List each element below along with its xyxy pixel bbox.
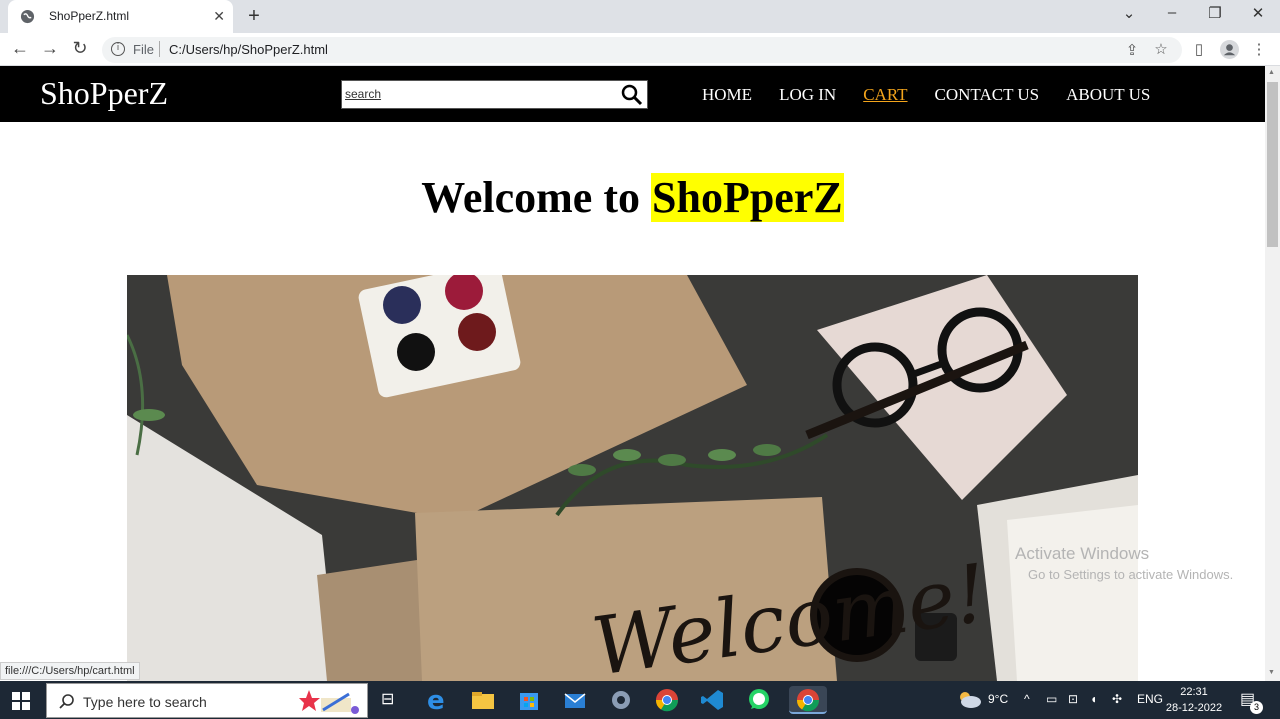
welcome-heading: Welcome to ShoPperZ	[0, 172, 1265, 223]
profile-icon[interactable]	[1220, 40, 1239, 59]
taskbar-search-placeholder: Type here to search	[83, 694, 207, 710]
forward-button[interactable]: →	[39, 38, 61, 59]
clock-time: 22:31	[1180, 686, 1208, 698]
chrome-icon[interactable]	[653, 686, 681, 714]
scroll-down-icon[interactable]: ▼	[1268, 669, 1275, 676]
mail-icon[interactable]	[561, 686, 589, 714]
site-nav-links: HOME LOG IN CART CONTACT US ABOUT US	[702, 85, 1150, 105]
chevron-up-icon[interactable]: ^	[1024, 692, 1030, 706]
app-tray-icon[interactable]: ✣	[1112, 692, 1122, 706]
activation-watermark-subtitle: Go to Settings to activate Windows.	[1028, 567, 1234, 582]
back-button[interactable]: ←	[9, 38, 31, 59]
restore-button[interactable]: ❐	[1200, 4, 1230, 22]
browser-tab[interactable]: ShoPperZ.html ✕	[8, 0, 233, 33]
search-highlight-icon	[299, 690, 359, 714]
battery-icon[interactable]: ▭	[1046, 692, 1057, 706]
activation-watermark-title: Activate Windows	[1015, 544, 1150, 563]
browser-tab-strip: ShoPperZ.html ✕ + ⌄ – ❐ ✕	[0, 0, 1280, 33]
browser-toolbar: ← → ↻ i File C:/Users/hp/ShoPperZ.html ⇪…	[0, 33, 1280, 66]
web-page: ShoPperZ HOME LOG IN CART CONTACT US ABO…	[0, 66, 1265, 681]
status-bar-url: file:///C:/Users/hp/cart.html	[0, 662, 140, 680]
page-scrollbar[interactable]: ▲ ▼	[1265, 66, 1280, 681]
welcome-highlight: ShoPperZ	[651, 173, 844, 222]
taskbar-clock[interactable]: 22:31 28-12-2022	[1164, 684, 1224, 716]
site-logo[interactable]: ShoPperZ	[40, 75, 168, 112]
app-icon[interactable]	[607, 686, 635, 714]
hero-image: Welcome!	[127, 275, 1138, 681]
tab-close-icon[interactable]: ✕	[213, 8, 225, 25]
volume-icon[interactable]: ◖	[1090, 692, 1097, 706]
task-view-icon[interactable]: ⊟	[381, 689, 394, 709]
whatsapp-icon[interactable]	[745, 686, 773, 714]
store-icon[interactable]	[515, 686, 543, 714]
menu-icon[interactable]: ⋮	[1250, 40, 1268, 58]
globe-icon	[20, 9, 35, 24]
taskbar-search[interactable]: Type here to search	[46, 683, 368, 718]
hero-illustration: Welcome!	[127, 275, 1138, 681]
file-explorer-icon[interactable]	[469, 686, 497, 714]
nav-login[interactable]: LOG IN	[779, 85, 836, 105]
url-separator	[159, 41, 160, 57]
notification-count-badge: 3	[1250, 701, 1263, 714]
reload-button[interactable]: ↻	[69, 38, 91, 59]
weather-temp[interactable]: 9°C	[988, 692, 1008, 706]
welcome-prefix: Welcome to	[421, 173, 651, 222]
nav-home[interactable]: HOME	[702, 85, 752, 105]
url-text[interactable]: C:/Users/hp/ShoPperZ.html	[169, 42, 328, 57]
windows-taskbar: Type here to search ⊟ e 9°C ^ ▭ ⊡ ◖ ✣ EN…	[0, 681, 1280, 719]
share-icon[interactable]: ⇪	[1123, 41, 1141, 59]
address-bar[interactable]: i File C:/Users/hp/ShoPperZ.html ⇪ ☆	[102, 37, 1182, 63]
scroll-up-icon[interactable]: ▲	[1268, 69, 1275, 76]
site-search	[341, 80, 648, 109]
bookmark-star-icon[interactable]: ☆	[1152, 40, 1170, 58]
search-icon	[59, 694, 74, 709]
windows-start-icon[interactable]	[12, 692, 30, 710]
chrome-active-icon[interactable]	[789, 686, 827, 714]
url-scheme: File	[133, 42, 154, 57]
close-window-button[interactable]: ✕	[1243, 4, 1273, 22]
search-input[interactable]	[345, 87, 605, 101]
site-navbar: ShoPperZ HOME LOG IN CART CONTACT US ABO…	[0, 66, 1265, 122]
network-icon[interactable]: ⊡	[1068, 692, 1078, 706]
tab-search-icon[interactable]: ⌄	[1114, 4, 1144, 22]
tab-title: ShoPperZ.html	[49, 9, 130, 23]
scroll-thumb[interactable]	[1267, 82, 1278, 247]
edge-legacy-icon[interactable]: e	[424, 686, 452, 716]
search-icon[interactable]	[620, 83, 644, 107]
weather-icon[interactable]	[956, 689, 982, 709]
info-icon[interactable]: i	[111, 42, 125, 56]
clock-date: 28-12-2022	[1165, 702, 1223, 714]
nav-cart[interactable]: CART	[863, 85, 907, 105]
language-indicator[interactable]: ENG	[1137, 692, 1163, 706]
minimize-button[interactable]: –	[1157, 4, 1187, 21]
svg-text:e: e	[427, 686, 445, 714]
vscode-icon[interactable]	[699, 686, 727, 714]
side-panel-icon[interactable]: ▯	[1190, 40, 1208, 58]
nav-about-us[interactable]: ABOUT US	[1066, 85, 1150, 105]
new-tab-button[interactable]: +	[244, 5, 264, 28]
nav-contact-us[interactable]: CONTACT US	[935, 85, 1040, 105]
